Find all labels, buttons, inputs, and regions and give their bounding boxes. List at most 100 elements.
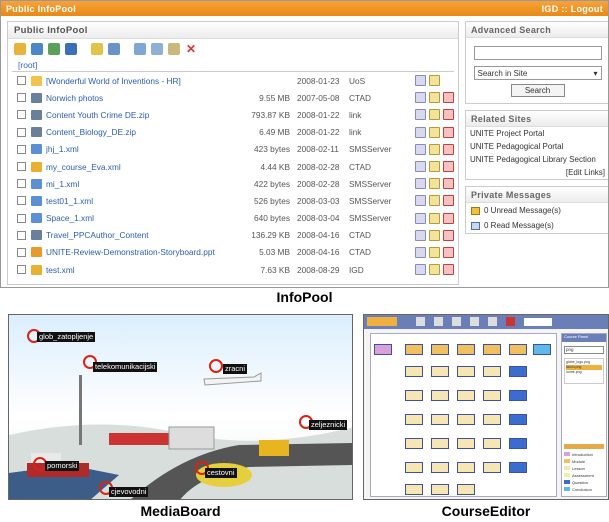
label-glob-zatopljenje[interactable]: glob_zatopljenje <box>37 332 96 342</box>
file-row[interactable]: mi_1.xml 422 bytes 2008-02-28 SMSServer <box>8 175 458 192</box>
search-scope-select[interactable]: Search in Site ▾ <box>473 66 602 80</box>
logout-link[interactable]: IGD :: Logout <box>542 4 603 14</box>
row-checkbox[interactable] <box>17 247 26 257</box>
related-link-pedagogical[interactable]: UNITE Pedagogical Portal <box>466 140 608 153</box>
edit-icon[interactable] <box>415 161 426 173</box>
ce-tool-icon-3[interactable] <box>452 317 461 326</box>
ce-node[interactable] <box>509 438 527 449</box>
ce-node[interactable] <box>533 344 551 355</box>
edit-icon[interactable] <box>415 143 426 155</box>
delete-icon[interactable]: ✕ <box>185 43 197 55</box>
ce-node[interactable] <box>405 344 423 355</box>
ce-node[interactable] <box>405 484 423 495</box>
download-icon[interactable] <box>429 246 440 258</box>
export-icon[interactable] <box>65 43 77 55</box>
file-name[interactable]: mi_1.xml <box>46 179 226 189</box>
edit-icon[interactable] <box>415 75 426 87</box>
row-checkbox[interactable] <box>17 196 26 206</box>
file-name[interactable]: test.xml <box>46 265 226 275</box>
ce-node[interactable] <box>431 344 449 355</box>
ce-tool-icon-5[interactable] <box>488 317 497 326</box>
ce-tool-icon-4[interactable] <box>470 317 479 326</box>
row-checkbox[interactable] <box>17 230 26 240</box>
file-name[interactable]: Norwich photos <box>46 93 226 103</box>
file-row[interactable]: jhj_1.xml 423 bytes 2008-02-11 SMSServer <box>8 141 458 158</box>
label-cjevovodni[interactable]: cjevovodni <box>109 487 149 497</box>
file-name[interactable]: Space_1.xml <box>46 213 226 223</box>
file-row[interactable]: Travel_PPCAuthor_Content 136.29 KB 2008-04… <box>8 227 458 244</box>
upload-icon[interactable] <box>31 43 43 55</box>
read-messages-link[interactable]: 0 Read Message(s) <box>466 218 608 233</box>
ce-node[interactable] <box>431 390 449 401</box>
unread-messages-link[interactable]: 0 Unread Message(s) <box>466 203 608 218</box>
label-zeljeznicki[interactable]: zeljeznicki <box>309 420 348 430</box>
ce-node[interactable] <box>431 462 449 473</box>
delete-file-icon[interactable] <box>443 126 454 138</box>
delete-file-icon[interactable] <box>443 264 454 276</box>
download-icon[interactable] <box>429 109 440 121</box>
file-name[interactable]: Travel_PPCAuthor_Content <box>46 230 226 240</box>
breadcrumb[interactable]: [root] <box>12 59 454 72</box>
row-checkbox[interactable] <box>17 179 26 189</box>
file-name[interactable]: Content_Biology_DE.zip <box>46 127 226 137</box>
ce-node[interactable] <box>457 344 475 355</box>
edit-icon[interactable] <box>415 92 426 104</box>
file-row[interactable]: Content_Biology_DE.zip 6.49 MB 2008-01-22 l… <box>8 124 458 141</box>
ce-node[interactable] <box>457 462 475 473</box>
download-icon[interactable] <box>429 264 440 276</box>
delete-file-icon[interactable] <box>443 212 454 224</box>
row-checkbox[interactable] <box>17 265 26 275</box>
label-zracni[interactable]: zracni <box>223 364 248 374</box>
file-row[interactable]: UNITE-Review-Demonstration-Storyboard.pp… <box>8 244 458 261</box>
delete-file-icon[interactable] <box>443 178 454 190</box>
label-pomorski[interactable]: pomorski <box>45 461 80 471</box>
ce-node[interactable] <box>483 390 501 401</box>
row-checkbox[interactable] <box>17 213 26 223</box>
search-button[interactable]: Search <box>510 84 565 97</box>
ce-tool-icon-2[interactable] <box>434 317 443 326</box>
edit-icon[interactable] <box>415 109 426 121</box>
row-checkbox[interactable] <box>17 127 26 137</box>
delete-file-icon[interactable] <box>443 246 454 258</box>
ce-node[interactable] <box>405 414 423 425</box>
ce-node[interactable] <box>405 462 423 473</box>
download-icon[interactable] <box>429 92 440 104</box>
delete-file-icon[interactable] <box>443 109 454 121</box>
search-input[interactable] <box>473 46 602 60</box>
download-icon[interactable] <box>429 178 440 190</box>
ce-node[interactable] <box>509 344 527 355</box>
row-checkbox[interactable] <box>17 110 26 120</box>
file-name[interactable]: jhj_1.xml <box>46 144 226 154</box>
copy-icon[interactable] <box>151 43 163 55</box>
related-link-project[interactable]: UNITE Project Portal <box>466 127 608 140</box>
ce-node[interactable] <box>483 344 501 355</box>
edit-icon[interactable] <box>415 212 426 224</box>
ce-node[interactable] <box>457 390 475 401</box>
ce-node[interactable] <box>457 366 475 377</box>
new-folder-icon[interactable] <box>14 43 26 55</box>
ce-node[interactable] <box>457 414 475 425</box>
file-row[interactable]: my_course_Eva.xml 4.44 KB 2008-02-28 CTAD <box>8 158 458 175</box>
edit-icon[interactable] <box>415 195 426 207</box>
download-icon[interactable] <box>429 126 440 138</box>
row-checkbox[interactable] <box>17 144 26 154</box>
label-cestovni[interactable]: cestovni <box>205 468 237 478</box>
edit-links-link[interactable]: [Edit Links] <box>466 166 608 179</box>
ce-file-item[interactable]: home.png <box>566 370 602 375</box>
ce-node[interactable] <box>431 414 449 425</box>
download-icon[interactable] <box>429 212 440 224</box>
open-folder-icon[interactable] <box>429 75 440 87</box>
download-icon[interactable] <box>429 195 440 207</box>
file-row[interactable]: test.xml 7.63 KB 2008-08-29 IGD <box>8 261 458 278</box>
delete-file-icon[interactable] <box>443 229 454 241</box>
file-name[interactable]: [Wonderful World of Inventions - HR] <box>46 76 226 86</box>
ce-node[interactable] <box>509 390 527 401</box>
file-row[interactable]: Content Youth Crime DE.zip 793.87 KB 2008-… <box>8 106 458 123</box>
ce-node[interactable] <box>431 438 449 449</box>
ce-node[interactable] <box>509 366 527 377</box>
delete-file-icon[interactable] <box>443 92 454 104</box>
ce-node[interactable] <box>483 414 501 425</box>
edit-icon[interactable] <box>415 126 426 138</box>
ce-node[interactable] <box>405 390 423 401</box>
file-name[interactable]: UNITE-Review-Demonstration-Storyboard.pp… <box>46 247 226 257</box>
